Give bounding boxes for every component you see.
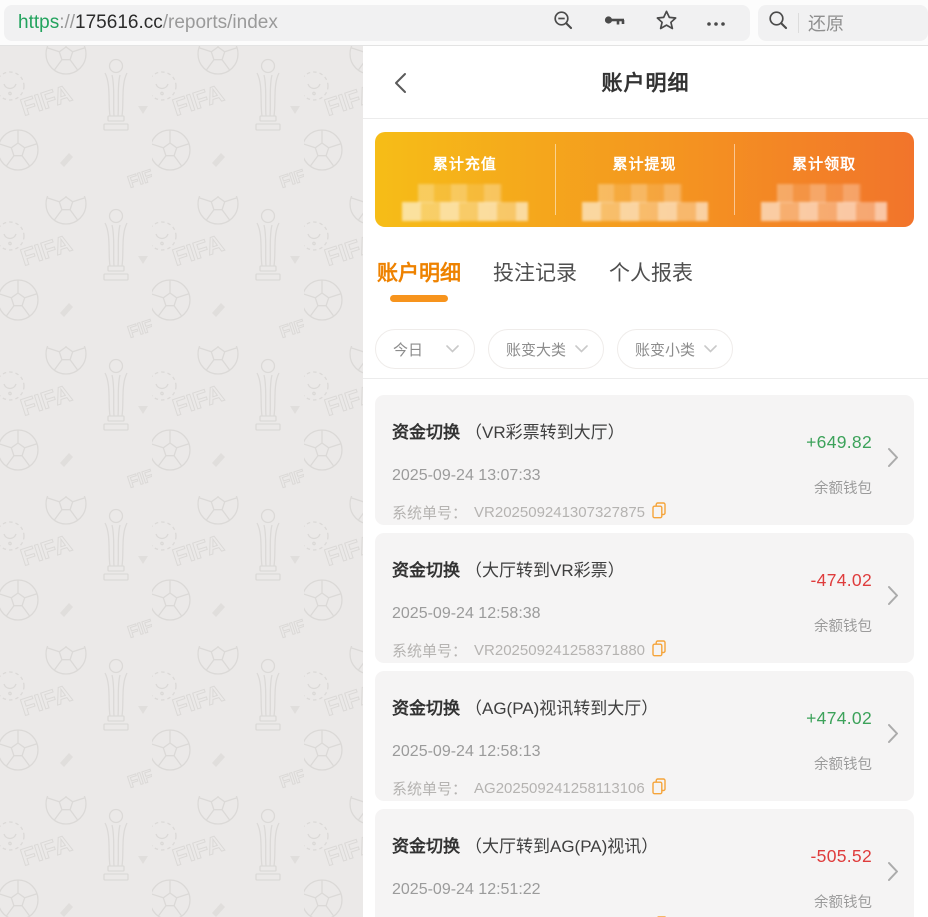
summary-total-deposit: 累计充值 [375, 132, 555, 227]
browser-toolbar: https://175616.cc/reports/index [0, 0, 928, 46]
summary-card: 累计充值 累计提现 累计领取 [375, 132, 914, 227]
find-separator [798, 13, 799, 33]
more-menu-icon[interactable] [706, 14, 726, 32]
filter-row: 今日 账变大类 账变小类 [375, 329, 928, 369]
bookmark-star-icon[interactable] [656, 10, 677, 35]
wallet-label: 余额钱包 [806, 753, 872, 774]
transaction-amount: -505.52 [811, 846, 872, 867]
transaction-time: 2025-09-24 13:07:33 [392, 467, 804, 485]
transaction-detail: （VR彩票转到大厅） [465, 423, 625, 442]
page-title: 账户明细 [602, 67, 690, 97]
transaction-row[interactable]: 资金切换 （大厅转到VR彩票） 2025-09-24 12:58:38 系统单号：… [375, 533, 914, 663]
transaction-row[interactable]: 资金切换（大厅转到AG(PA)视讯） 2025-09-24 12:51:22 系… [375, 809, 914, 917]
order-number: VR202509241307327875 [474, 504, 645, 521]
filter-major-category-select[interactable]: 账变大类 [488, 329, 604, 369]
search-icon [768, 10, 789, 36]
url-path: /reports/index [163, 12, 278, 33]
back-button[interactable] [389, 72, 411, 94]
transaction-list: 资金切换 （VR彩票转到大厅） 2025-09-24 13:07:33 系统单号：… [363, 379, 928, 917]
transaction-order-row: 系统单号： AG202509241258113106 [392, 778, 804, 799]
tab-bet-records[interactable]: 投注记录 [493, 263, 577, 285]
chevron-down-icon [446, 345, 459, 353]
copy-icon[interactable] [652, 640, 666, 661]
transaction-order-row: 系统单号： VR202509241307327875 [392, 502, 804, 523]
chevron-right-icon[interactable] [887, 723, 899, 749]
transaction-row[interactable]: 资金切换 （VR彩票转到大厅） 2025-09-24 13:07:33 系统单号：… [375, 395, 914, 525]
filter-label: 账变大类 [506, 339, 566, 360]
transaction-title: 资金切换 （AG(PA)视讯转到大厅） [392, 694, 804, 719]
account-detail-panel: 账户明细 累计充值 累计提现 累计领取 账户明细 投注记录 个人报表 今日 [363, 46, 928, 917]
filter-label: 今日 [393, 339, 423, 360]
transaction-right: -505.52 余额钱包 [811, 846, 872, 912]
wallet-label: 余额钱包 [811, 615, 872, 636]
summary-label: 累计领取 [792, 153, 856, 174]
chevron-right-icon[interactable] [887, 585, 899, 611]
transaction-title: 资金切换 （大厅转到VR彩票） [392, 556, 804, 581]
filter-minor-category-select[interactable]: 账变小类 [617, 329, 733, 369]
filter-date-select[interactable]: 今日 [375, 329, 475, 369]
find-query-text[interactable]: 还原 [808, 10, 844, 36]
url-separator: :// [59, 12, 75, 33]
transaction-type: 资金切换 [392, 423, 460, 442]
wallet-label: 余额钱包 [811, 891, 872, 912]
transaction-type: 资金切换 [392, 561, 460, 580]
tab-personal-report[interactable]: 个人报表 [609, 263, 693, 285]
summary-total-withdraw: 累计提现 [555, 132, 735, 227]
filter-label: 账变小类 [635, 339, 695, 360]
transaction-detail: （大厅转到VR彩票） [465, 561, 625, 580]
masked-value [402, 183, 528, 223]
transaction-order-row: 系统单号： VR202509241258371880 [392, 640, 804, 661]
transaction-time: 2025-09-24 12:51:22 [392, 881, 804, 899]
masked-value [761, 183, 887, 223]
wallet-label: 余额钱包 [806, 477, 872, 498]
chevron-right-icon[interactable] [887, 861, 899, 887]
password-key-icon[interactable] [603, 12, 627, 33]
summary-label: 累计提现 [613, 153, 677, 174]
chevron-down-icon [575, 345, 588, 353]
transaction-amount: +649.82 [806, 432, 872, 453]
transaction-row[interactable]: 资金切换 （AG(PA)视讯转到大厅） 2025-09-24 12:58:13 系… [375, 671, 914, 801]
order-number: AG202509241258113106 [474, 780, 645, 797]
url-domain: 175616.cc [75, 12, 163, 33]
transaction-right: +649.82 余额钱包 [806, 432, 872, 498]
order-label: 系统单号： [392, 640, 467, 661]
transaction-title: 资金切换 （大厅转到AG(PA)视讯） [392, 832, 804, 857]
zoom-out-icon[interactable] [553, 10, 574, 36]
app-header: 账户明细 [363, 46, 928, 119]
transaction-type: 资金切换 [392, 699, 460, 718]
transaction-amount: +474.02 [806, 708, 872, 729]
find-in-page-box[interactable]: 还原 [758, 5, 928, 41]
summary-label: 累计充值 [433, 153, 497, 174]
order-label: 系统单号： [392, 502, 467, 523]
fifa-watermark-background: FIFA FIFA [0, 46, 363, 917]
summary-total-claimed: 累计领取 [734, 132, 914, 227]
copy-icon[interactable] [652, 502, 666, 523]
transaction-amount: -474.02 [811, 570, 872, 591]
transaction-time: 2025-09-24 12:58:13 [392, 743, 804, 761]
order-label: 系统单号： [392, 778, 467, 799]
tab-account-detail[interactable]: 账户明细 [377, 263, 461, 285]
masked-value [582, 183, 708, 223]
transaction-right: +474.02 余额钱包 [806, 708, 872, 774]
transaction-right: -474.02 余额钱包 [811, 570, 872, 636]
report-tabs: 账户明细 投注记录 个人报表 [377, 263, 928, 285]
url-scheme: https [18, 12, 59, 33]
chevron-right-icon[interactable] [887, 447, 899, 473]
page-url[interactable]: https://175616.cc/reports/index [18, 12, 278, 34]
copy-icon[interactable] [652, 778, 666, 799]
address-bar[interactable]: https://175616.cc/reports/index [4, 5, 750, 41]
transaction-detail: （大厅转到AG(PA)视讯） [465, 837, 658, 856]
transaction-detail: （AG(PA)视讯转到大厅） [465, 699, 658, 718]
transaction-title: 资金切换 （VR彩票转到大厅） [392, 418, 804, 443]
transaction-type: 资金切换 [392, 837, 460, 856]
chevron-down-icon [704, 345, 717, 353]
order-number: VR202509241258371880 [474, 642, 645, 659]
transaction-time: 2025-09-24 12:58:38 [392, 605, 804, 623]
